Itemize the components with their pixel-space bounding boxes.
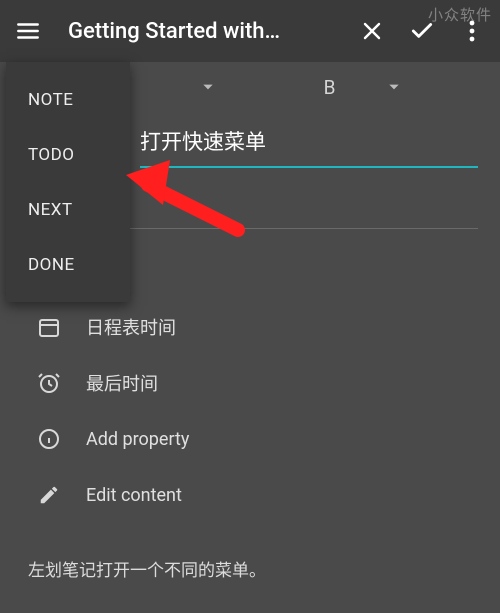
menu-item-next[interactable]: NEXT: [6, 182, 130, 237]
watermark-text: 小众软件: [428, 4, 492, 25]
pencil-icon: [36, 482, 62, 508]
list-item[interactable]: 最后时间: [36, 355, 500, 411]
format-dropdown-bold[interactable]: B: [255, 76, 470, 99]
list-item-label: Edit content: [86, 485, 182, 506]
list-item-label: 最后时间: [86, 370, 158, 396]
alarm-icon: [36, 370, 62, 396]
format-bold-label: B: [324, 76, 336, 99]
list-item-label: 日程表时间: [86, 314, 176, 340]
info-icon: [36, 426, 62, 452]
list-item[interactable]: Edit content: [36, 467, 500, 523]
list-item-label: Add property: [86, 429, 189, 450]
chevron-down-icon: [201, 80, 215, 94]
calendar-icon: [36, 314, 62, 340]
app-header: Getting Started with…: [0, 0, 500, 62]
menu-item-todo[interactable]: TODO: [6, 127, 130, 182]
state-dropdown-menu: NOTE TODO NEXT DONE: [6, 62, 130, 302]
menu-icon[interactable]: [14, 17, 42, 45]
chevron-down-icon: [387, 80, 401, 94]
hint-text: 左划笔记打开一个不同的菜单。: [28, 556, 266, 581]
list-item[interactable]: Add property: [36, 411, 500, 467]
menu-item-done[interactable]: DONE: [6, 237, 130, 292]
properties-list: 日程表时间 最后时间 Add property Edit content: [0, 299, 500, 523]
title-input[interactable]: 打开快速菜单: [140, 120, 478, 168]
menu-item-note[interactable]: NOTE: [6, 72, 130, 127]
close-icon[interactable]: [358, 17, 386, 45]
page-title: Getting Started with…: [68, 19, 358, 44]
list-item[interactable]: 日程表时间: [36, 299, 500, 355]
